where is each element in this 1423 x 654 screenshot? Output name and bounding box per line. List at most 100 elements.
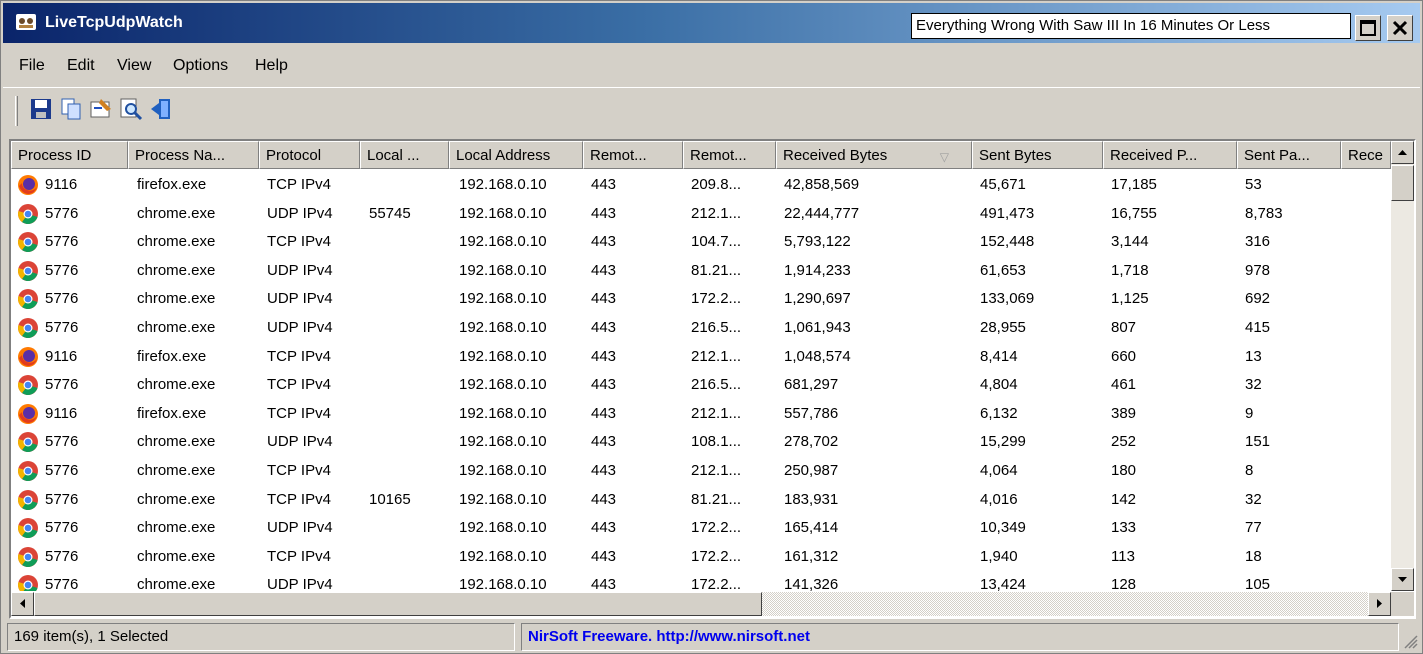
cell-process-id: 5776 <box>45 519 79 537</box>
menu-edit[interactable]: Edit <box>67 57 95 75</box>
col-protocol[interactable]: Protocol <box>259 141 360 169</box>
col-received-bytes[interactable]: Received Bytes ▽ <box>776 141 972 169</box>
cell-remote-address: 212.1... <box>691 204 742 222</box>
cell-protocol: TCP IPv4 <box>267 233 331 251</box>
cell-sent-bytes: 10,349 <box>980 519 1026 537</box>
scroll-left-button[interactable] <box>11 592 34 616</box>
table-row[interactable]: 5776 chrome.exe UDP IPv4 192.168.0.10 443 172… <box>11 285 1391 314</box>
cell-local-address: 192.168.0.10 <box>459 233 547 251</box>
cell-received-bytes: 278,702 <box>784 433 839 451</box>
menu-options[interactable]: Options <box>173 57 228 75</box>
cell-process-id: 5776 <box>45 462 79 479</box>
table-row[interactable]: 9116 firefox.exe TCP IPv4 192.168.0.10 443 21… <box>11 343 1391 372</box>
cell-sent-bytes: 1,940 <box>980 547 1018 565</box>
cell-process-name: chrome.exe <box>137 462 216 479</box>
table-row[interactable]: 5776 chrome.exe UDP IPv4 192.168.0.10 443 172… <box>11 571 1391 591</box>
toolbar <box>3 87 1420 133</box>
cell-protocol: TCP IPv4 <box>267 462 331 479</box>
cell-process-name: firefox.exe <box>137 404 207 422</box>
col-remote-port[interactable]: Remot... <box>583 141 683 169</box>
horizontal-scroll-thumb[interactable] <box>34 592 762 616</box>
chrome-icon <box>18 575 38 591</box>
chrome-icon <box>18 546 38 567</box>
cell-local-address: 192.168.0.10 <box>459 319 547 336</box>
col-local-port[interactable]: Local ... <box>360 141 449 169</box>
cell-sent-bytes: 28,955 <box>980 319 1026 336</box>
cell-sent-packets: 978 <box>1245 261 1271 279</box>
cell-received-packets: 389 <box>1111 404 1137 422</box>
table-row[interactable]: 5776 chrome.exe TCP IPv4 192.168.0.10 443 216… <box>11 371 1391 400</box>
cell-received-packets: 180 <box>1111 462 1137 479</box>
cell-protocol: TCP IPv4 <box>267 547 331 565</box>
chrome-icon <box>18 518 38 539</box>
cell-process-id: 5776 <box>45 290 79 308</box>
cell-remote-address: 108.1... <box>691 433 742 451</box>
table-row[interactable]: 9116 firefox.exe TCP IPv4 192.168.0.10 443 21… <box>11 400 1391 429</box>
table-row[interactable]: 5776 chrome.exe TCP IPv4 192.168.0.10 443 104… <box>11 228 1391 257</box>
table-row[interactable]: 5776 chrome.exe UDP IPv4 192.168.0.10 443 108… <box>11 428 1391 457</box>
menu-file[interactable]: File <box>19 57 45 75</box>
vertical-scroll-thumb[interactable] <box>1391 165 1414 201</box>
close-icon <box>1392 20 1408 36</box>
table-row[interactable]: 5776 chrome.exe UDP IPv4 192.168.0.10 443 172… <box>11 514 1391 543</box>
cell-sent-bytes: 45,671 <box>980 176 1026 193</box>
scroll-right-button[interactable] <box>1368 592 1391 616</box>
copy-icon[interactable] <box>59 96 83 122</box>
cell-process-id: 5776 <box>45 319 79 336</box>
maximize-button[interactable] <box>1355 15 1381 41</box>
cell-remote-address: 216.5... <box>691 376 742 394</box>
scroll-up-button[interactable] <box>1391 141 1414 164</box>
col-remote-address[interactable]: Remot... <box>683 141 776 169</box>
table-row[interactable]: 5776 chrome.exe UDP IPv4 192.168.0.10 443 81.… <box>11 257 1391 286</box>
cell-remote-address: 172.2... <box>691 547 742 565</box>
cell-local-address: 192.168.0.10 <box>459 404 547 422</box>
cell-received-bytes: 42,858,569 <box>784 176 860 193</box>
col-local-address[interactable]: Local Address <box>449 141 583 169</box>
cell-remote-address: 216.5... <box>691 319 742 336</box>
cell-remote-port: 443 <box>591 462 617 479</box>
col-sent-packets[interactable]: Sent Pa... <box>1237 141 1341 169</box>
resize-grip-icon[interactable] <box>1402 633 1418 649</box>
col-sent-bytes[interactable]: Sent Bytes <box>972 141 1103 169</box>
cell-process-id: 5776 <box>45 576 79 591</box>
cell-sent-packets: 151 <box>1245 433 1271 451</box>
properties-icon[interactable] <box>89 96 113 122</box>
col-received-partial[interactable]: Rece <box>1341 141 1391 169</box>
menu-view[interactable]: View <box>117 57 151 75</box>
table-row[interactable]: 5776 chrome.exe TCP IPv4 192.168.0.10 443 212… <box>11 457 1391 486</box>
cell-received-bytes: 681,297 <box>784 376 839 394</box>
save-icon[interactable] <box>29 96 53 122</box>
cell-local-address: 192.168.0.10 <box>459 519 547 537</box>
horizontal-scrollbar[interactable] <box>11 592 1391 616</box>
cell-local-address: 192.168.0.10 <box>459 433 547 451</box>
table-row[interactable]: 9116 firefox.exe TCP IPv4 192.168.0.10 443 20… <box>11 171 1391 200</box>
table-row[interactable]: 5776 chrome.exe TCP IPv4 192.168.0.10 443 172… <box>11 543 1391 572</box>
col-process-id[interactable]: Process ID <box>11 141 128 169</box>
cell-received-bytes: 22,444,777 <box>784 204 860 222</box>
col-process-name[interactable]: Process Na... <box>128 141 259 169</box>
connections-list[interactable]: Process ID Process Na... Protocol Local … <box>9 139 1416 619</box>
title-bar[interactable]: LiveTcpUdpWatch Everything Wrong With Sa… <box>3 3 1420 43</box>
find-icon[interactable] <box>119 96 143 122</box>
firefox-icon <box>18 175 38 195</box>
cell-process-name: chrome.exe <box>137 290 216 308</box>
scroll-down-button[interactable] <box>1391 568 1414 591</box>
exit-icon[interactable] <box>149 96 173 122</box>
cell-remote-port: 443 <box>591 176 617 193</box>
cell-received-bytes: 183,931 <box>784 490 839 508</box>
cell-remote-address: 212.1... <box>691 462 742 479</box>
close-button[interactable] <box>1387 15 1413 41</box>
toolbar-grip <box>15 96 18 126</box>
vertical-scrollbar[interactable] <box>1391 141 1414 591</box>
nirsoft-link[interactable]: NirSoft Freeware. http://www.nirsoft.net <box>528 628 810 645</box>
col-received-packets[interactable]: Received P... <box>1103 141 1237 169</box>
cell-sent-bytes: 8,414 <box>980 347 1018 365</box>
menu-help[interactable]: Help <box>255 57 288 75</box>
table-row[interactable]: 5776 chrome.exe UDP IPv4 55745 192.168.0.10 4… <box>11 200 1391 229</box>
table-row[interactable]: 5776 chrome.exe UDP IPv4 192.168.0.10 443 216… <box>11 314 1391 343</box>
chrome-icon <box>18 232 38 253</box>
table-row[interactable]: 5776 chrome.exe TCP IPv4 10165 192.168.0.10 4… <box>11 486 1391 515</box>
cell-protocol: UDP IPv4 <box>267 319 333 336</box>
chrome-icon <box>18 432 38 453</box>
cell-received-packets: 660 <box>1111 347 1137 365</box>
